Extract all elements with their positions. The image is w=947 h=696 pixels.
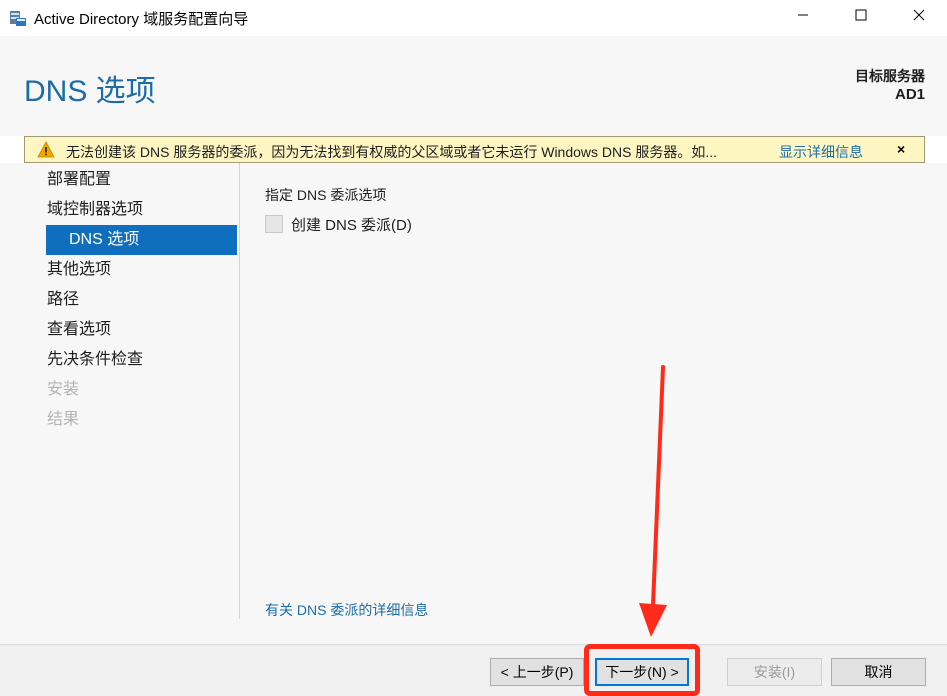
annotation-arrow-icon (639, 365, 667, 637)
warning-bar: 无法创建该 DNS 服务器的委派，因为无法找到有权威的父区域或者它未运行 Win… (24, 136, 925, 163)
nav-item-paths[interactable]: 路径 (47, 285, 238, 315)
page-title: DNS 选项 (24, 75, 156, 108)
show-details-link[interactable]: 显示详细信息 (779, 142, 863, 162)
maximize-button[interactable] (838, 0, 884, 34)
close-icon (913, 8, 925, 26)
dns-delegation-more-info-link[interactable]: 有关 DNS 委派的详细信息 (265, 600, 428, 620)
content-pane: 指定 DNS 委派选项 创建 DNS 委派(D) 有关 DNS 委派的详细信息 (265, 163, 925, 619)
section-title: 指定 DNS 委派选项 (265, 187, 387, 203)
nav-item-installation: 安装 (47, 381, 80, 398)
create-dns-delegation-label[interactable]: 创建 DNS 委派(D) (291, 214, 412, 235)
minimize-icon (797, 8, 809, 26)
warning-text: 无法创建该 DNS 服务器的委派，因为无法找到有权威的父区域或者它未运行 Win… (66, 144, 718, 160)
target-server-name: AD1 (894, 86, 925, 103)
nav-item-review-options[interactable]: 查看选项 (47, 315, 238, 345)
create-dns-delegation-checkbox[interactable] (265, 215, 283, 233)
wizard-header: DNS 选项 目标服务器 AD1 (0, 36, 947, 136)
minimize-button[interactable] (780, 0, 826, 34)
wizard-body: 部署配置 域控制器选项 DNS 选项 其他选项 路径 查看选项 先决条件检查 安… (0, 163, 947, 644)
warning-close-icon[interactable]: × (897, 141, 905, 157)
wizard-nav: 部署配置 域控制器选项 DNS 选项 其他选项 路径 查看选项 先决条件检查 安… (0, 163, 240, 619)
server-wizard-icon (9, 9, 27, 27)
nav-item-results: 结果 (47, 411, 80, 428)
nav-item-deployment-config[interactable]: 部署配置 (47, 165, 238, 195)
previous-button[interactable]: < 上一步(P) (490, 658, 584, 686)
window-title: Active Directory 域服务配置向导 (34, 11, 249, 28)
close-window-button[interactable] (896, 0, 942, 34)
nav-item-dc-options[interactable]: 域控制器选项 (47, 195, 238, 225)
nav-item-dns-options[interactable]: DNS 选项 (46, 225, 237, 255)
title-bar: Active Directory 域服务配置向导 (0, 0, 947, 36)
cancel-button[interactable]: 取消 (831, 658, 926, 686)
annotation-highlight-box (584, 644, 700, 696)
install-button: 安装(I) (727, 658, 822, 686)
nav-item-prerequisites-check[interactable]: 先决条件检查 (47, 345, 238, 375)
maximize-icon (855, 8, 867, 26)
target-server-label: 目标服务器 (855, 68, 925, 84)
warning-icon (37, 141, 55, 163)
create-dns-delegation-row[interactable]: 创建 DNS 委派(D) (265, 214, 412, 234)
wizard-footer: < 上一步(P) 下一步(N) > 安装(I) 取消 (0, 644, 947, 696)
nav-item-other-options[interactable]: 其他选项 (47, 255, 238, 285)
